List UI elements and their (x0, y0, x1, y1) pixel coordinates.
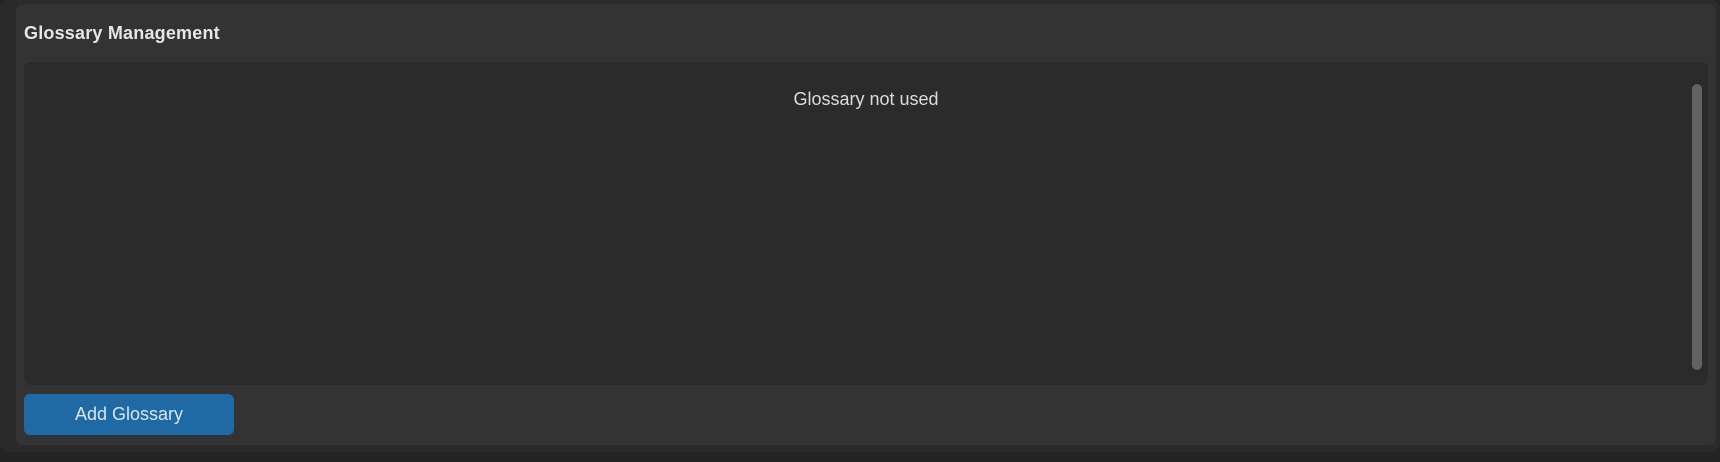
add-glossary-button[interactable]: Add Glossary (24, 394, 234, 435)
panel-title: Glossary Management (24, 23, 220, 43)
scrollbar-thumb[interactable] (1692, 84, 1702, 370)
window-frame: Glossary Management Glossary not used Ad… (0, 0, 1720, 452)
glossary-management-panel: Glossary Management Glossary not used Ad… (16, 4, 1716, 445)
glossary-list[interactable]: Glossary not used (24, 62, 1708, 385)
vertical-scrollbar[interactable] (1692, 84, 1702, 370)
empty-state-message: Glossary not used (793, 89, 939, 109)
